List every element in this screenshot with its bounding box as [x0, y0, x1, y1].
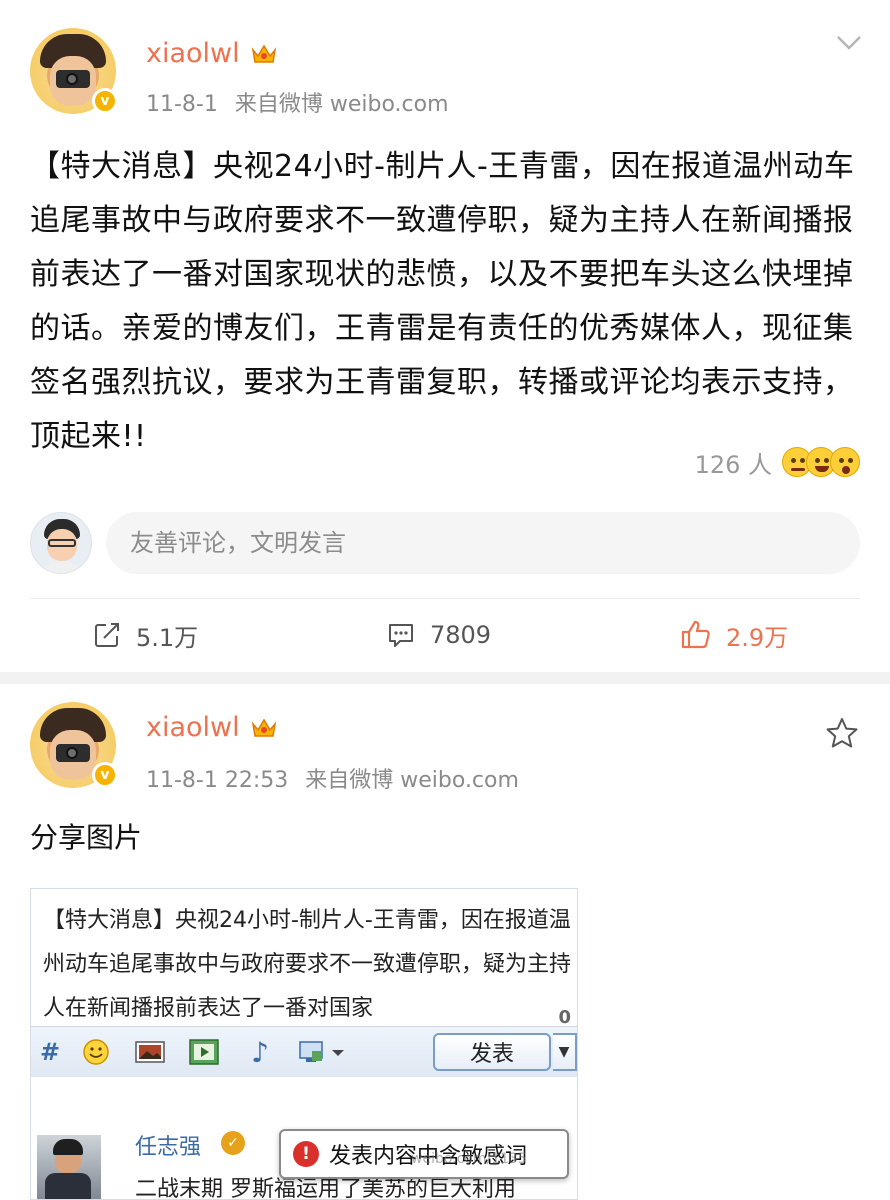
feed-avatar [37, 1135, 101, 1199]
publish-button: 发表 [433, 1033, 551, 1071]
like-button[interactable]: 2.9万 [680, 608, 788, 662]
video-icon [189, 1037, 219, 1067]
post-source: 来自微博 weibo.com [305, 768, 519, 793]
comment-button[interactable]: 7809 [386, 608, 491, 662]
post-datetime: 11-8-1 22:53 [146, 768, 289, 793]
username[interactable]: xiaolwl [146, 38, 240, 69]
reaction-count: 126 人 [694, 450, 772, 479]
screenshot-toolbar: # ♪ 发表 ▼ [31, 1027, 577, 1077]
current-user-avatar [30, 512, 92, 574]
verified-icon: v [92, 762, 118, 788]
post-separator [0, 672, 890, 684]
post-text: 分享图片 [30, 821, 143, 854]
comment-icon [389, 624, 413, 647]
repost-count: 5.1万 [136, 623, 199, 652]
crown-icon [251, 718, 277, 737]
comment-row [30, 512, 860, 574]
post-meta: 11-8-1 来自微博 weibo.com [146, 86, 449, 118]
divider [30, 598, 860, 599]
reactions[interactable]: 126 人 [695, 442, 860, 482]
chevron-down-icon[interactable] [836, 34, 862, 52]
image-icon [135, 1037, 165, 1067]
crown-icon [251, 44, 277, 63]
weibo-post-1: v xiaolwl 11-8-1 来自微博 weibo.com 【特大消息】央视… [0, 0, 890, 672]
feed-username: 任志强 [135, 1135, 202, 1160]
post-source: 来自微博 weibo.com [234, 92, 449, 117]
screenshot-counter: 0 [558, 1007, 571, 1028]
screenshot-text: 【特大消息】央视24小时-制片人-王青雷，因在报道温州动车追尾事故中与政府要求不… [43, 908, 572, 1021]
star-icon[interactable] [824, 716, 860, 750]
verified-icon: v [92, 88, 118, 114]
publish-dropdown-icon: ▼ [553, 1033, 577, 1071]
smiley-icon [81, 1037, 111, 1067]
comment-count: 7809 [430, 621, 492, 649]
repost-icon [95, 623, 119, 647]
post-meta: 11-8-1 22:53 来自微博 weibo.com [146, 762, 519, 794]
warning-icon: ! [293, 1141, 319, 1167]
like-count: 2.9万 [726, 623, 789, 652]
hashtag-icon: # [39, 1038, 61, 1066]
comment-input[interactable] [106, 512, 860, 574]
more-icon [297, 1037, 347, 1067]
post-date: 11-8-1 [146, 92, 218, 117]
action-bar: 5.1万 7809 2.9万 [0, 608, 890, 662]
music-icon: ♪ [251, 1035, 269, 1069]
feed-verified-icon: ✓ [221, 1131, 245, 1155]
emoji-surprise-icon [830, 447, 860, 477]
post-text: 【特大消息】央视24小时-制片人-王青雷，因在报道温州动车追尾事故中与政府要求不… [30, 149, 855, 454]
like-icon [681, 620, 710, 649]
repost-button[interactable]: 5.1万 [92, 608, 198, 662]
username[interactable]: xiaolwl [146, 712, 240, 743]
shared-image[interactable]: 【特大消息】央视24小时-制片人-王青雷，因在报道温州动车追尾事故中与政府要求不… [30, 888, 578, 1200]
watermark: weibo.com/1135 [411, 1151, 527, 1167]
